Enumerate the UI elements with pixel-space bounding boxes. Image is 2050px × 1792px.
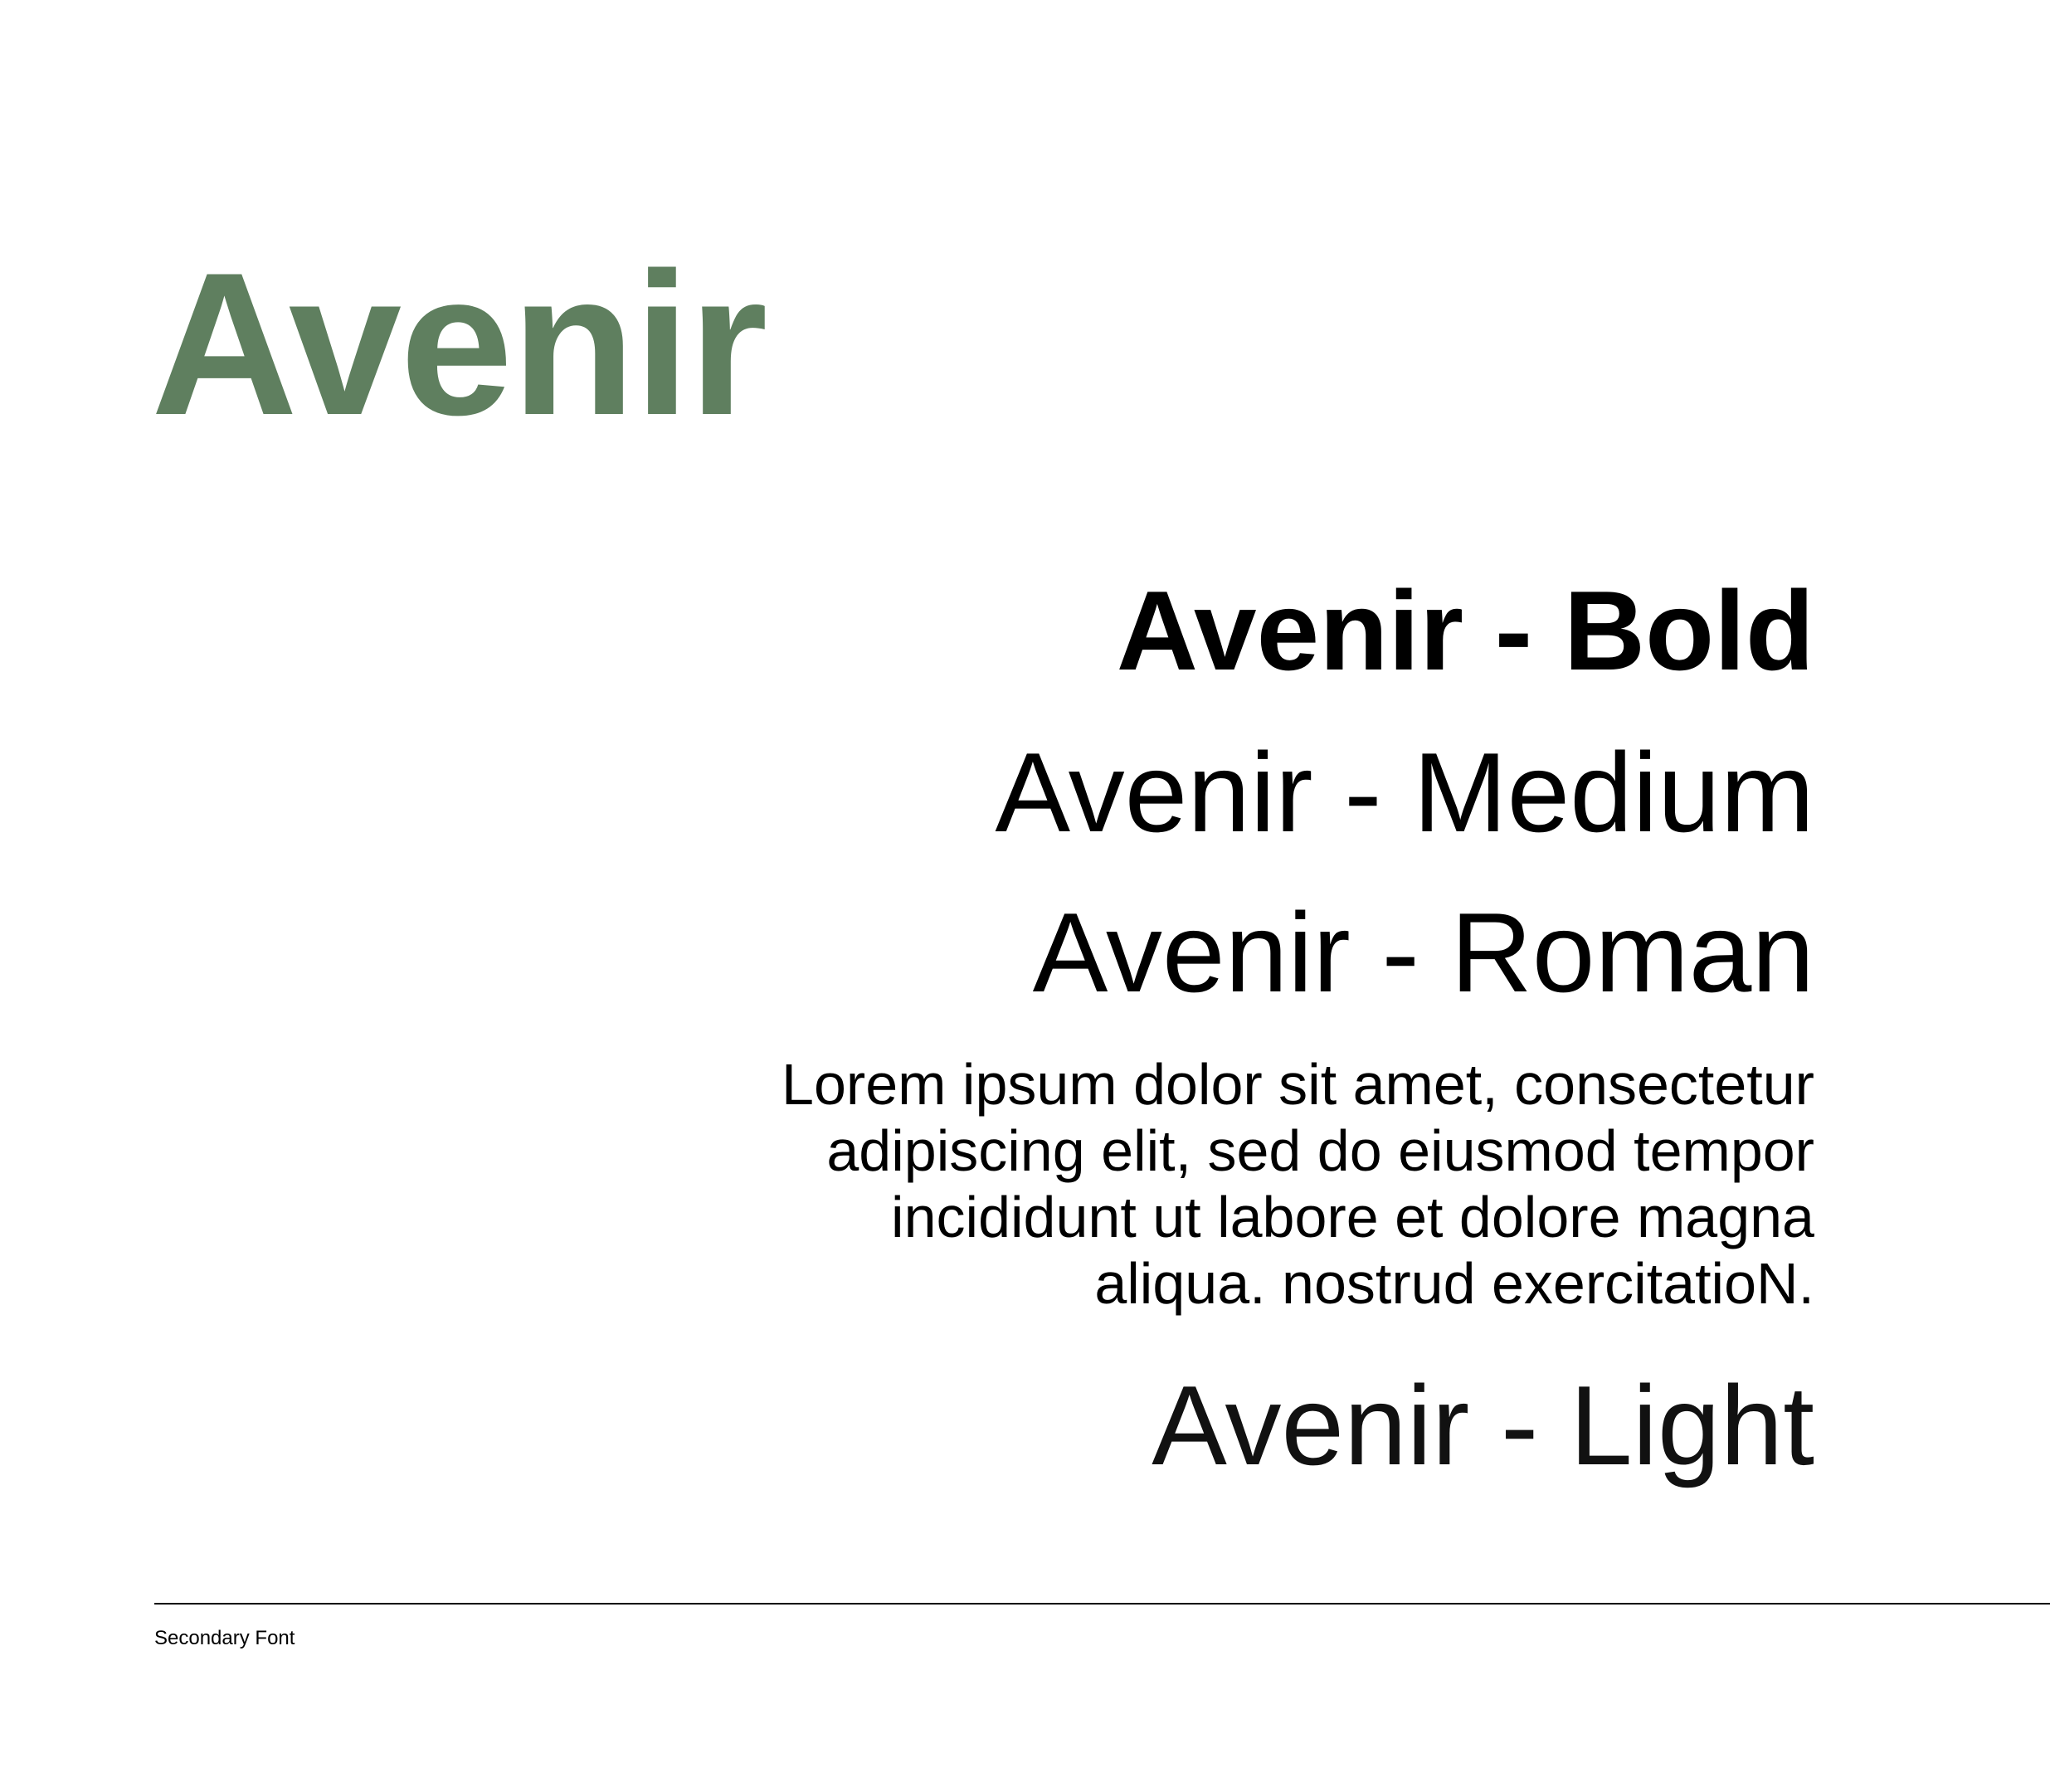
weight-sample-bold: Avenir - Bold xyxy=(1116,567,1814,694)
sample-line: Lorem ipsum dolor sit amet, consectetur xyxy=(782,1052,1814,1117)
sample-line: adipiscing elit, sed do eiusmod tempor xyxy=(826,1118,1814,1183)
footer-divider xyxy=(154,1603,2050,1605)
footer-caption: Secondary Font xyxy=(154,1627,295,1649)
sample-line: aliqua. nostrud exercitatioN. xyxy=(1094,1251,1814,1316)
sample-line: incididunt ut labore et dolore magna xyxy=(891,1185,1814,1249)
weight-sample-roman: Avenir - Roman xyxy=(1032,889,1814,1015)
weight-sample-medium: Avenir - Medium xyxy=(995,729,1814,855)
sample-paragraph: Lorem ipsum dolor sit amet, consectetur … xyxy=(782,1051,1814,1317)
font-title: Avenir xyxy=(151,230,767,457)
weight-sample-light: Avenir - Light xyxy=(1152,1362,1814,1488)
